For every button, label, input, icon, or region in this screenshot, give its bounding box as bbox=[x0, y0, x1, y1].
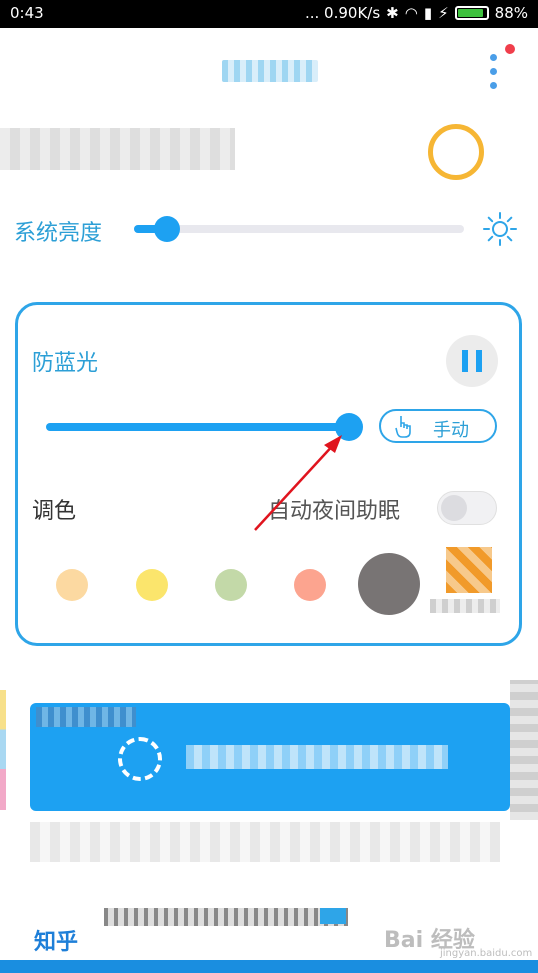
baidu-watermark-sub: jingyan.baidu.com bbox=[440, 948, 533, 959]
side-strip bbox=[0, 690, 6, 810]
right-edge-blurred bbox=[510, 680, 538, 820]
ad-line-blurred bbox=[104, 908, 348, 926]
sub-row-blurred bbox=[30, 822, 500, 862]
cta-tag-blurred bbox=[36, 707, 136, 727]
zhihu-label[interactable]: 知乎 bbox=[34, 924, 78, 956]
refresh-icon bbox=[118, 737, 162, 781]
primary-action-button[interactable] bbox=[30, 703, 510, 811]
navigation-bar bbox=[0, 960, 538, 973]
cta-text-blurred bbox=[186, 745, 448, 769]
ad-badge bbox=[320, 908, 346, 924]
